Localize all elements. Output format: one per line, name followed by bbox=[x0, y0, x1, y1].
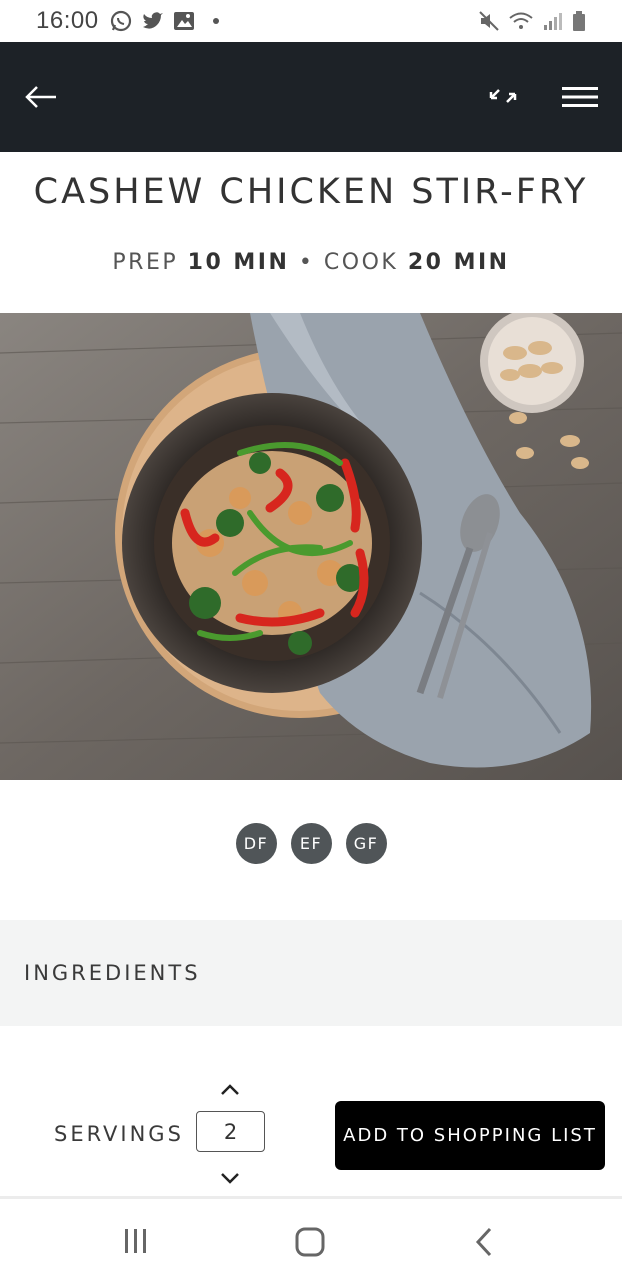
image-icon bbox=[173, 10, 195, 32]
status-time: 16:00 bbox=[36, 7, 99, 34]
status-icons-right bbox=[478, 10, 586, 32]
add-to-shopping-list-button[interactable]: ADD TO SHOPPING LIST bbox=[335, 1101, 605, 1170]
back-icon[interactable] bbox=[472, 1227, 496, 1262]
prep-label: PREP bbox=[112, 250, 179, 275]
mute-icon bbox=[478, 10, 500, 32]
diet-badge-ef[interactable]: EF bbox=[290, 823, 332, 864]
wifi-icon bbox=[508, 10, 534, 32]
hamburger-menu-icon[interactable] bbox=[562, 85, 598, 109]
chevron-down-icon[interactable] bbox=[219, 1172, 241, 1191]
servings-input[interactable] bbox=[196, 1111, 265, 1152]
collapse-expand-icon[interactable] bbox=[488, 85, 518, 109]
ingredients-section-header[interactable]: INGREDIENTS bbox=[0, 920, 622, 1026]
back-arrow-icon[interactable] bbox=[24, 85, 58, 109]
prep-value: 10 MIN bbox=[187, 250, 290, 275]
battery-icon bbox=[572, 10, 586, 32]
diet-badge-df[interactable]: DF bbox=[235, 823, 277, 864]
twitter-icon bbox=[141, 9, 165, 33]
cook-label: COOK bbox=[323, 250, 399, 275]
chevron-up-icon[interactable] bbox=[219, 1082, 241, 1101]
system-navigation-bar bbox=[0, 1196, 622, 1280]
notification-dot bbox=[212, 18, 219, 24]
stir-fry-bowl-photo bbox=[0, 313, 622, 780]
home-icon[interactable] bbox=[295, 1227, 325, 1262]
status-icons-left bbox=[109, 9, 219, 33]
recent-apps-icon[interactable] bbox=[122, 1227, 150, 1260]
app-header bbox=[0, 42, 622, 152]
diet-badge-gf[interactable]: GF bbox=[345, 823, 387, 864]
times-separator: • bbox=[298, 250, 315, 275]
servings-label: SERVINGS bbox=[54, 1122, 184, 1146]
whatsapp-icon bbox=[109, 9, 133, 33]
cook-value: 20 MIN bbox=[407, 250, 510, 275]
diet-badges: DF EF GF bbox=[0, 823, 622, 864]
recipe-title: CASHEW CHICKEN STIR-FRY bbox=[33, 172, 589, 212]
recipe-times: PREP 10 MIN • COOK 20 MIN bbox=[0, 250, 622, 275]
header-actions bbox=[488, 85, 598, 109]
signal-icon bbox=[542, 10, 564, 32]
ingredients-heading: INGREDIENTS bbox=[24, 961, 201, 985]
status-bar: 16:00 bbox=[0, 0, 622, 42]
